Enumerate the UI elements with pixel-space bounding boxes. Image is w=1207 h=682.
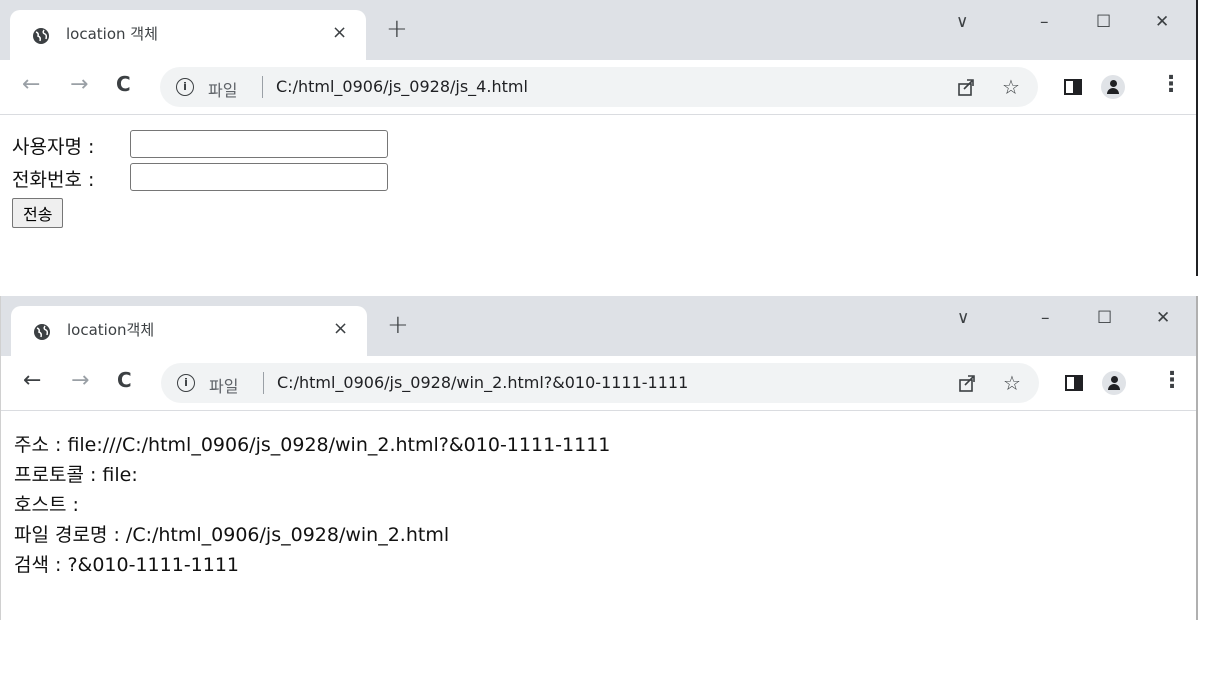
share-icon[interactable] (956, 77, 976, 97)
protocol-line: 프로토콜 : file: (14, 464, 138, 486)
kebab-menu-icon[interactable]: ⋮ (1160, 74, 1182, 96)
browser-window-form: location 객체 × + ∨ – ☐ ✕ ← → C i 파일 C:/ht… (0, 0, 1198, 276)
search-line: 검색 : ?&010-1111-1111 (14, 554, 240, 576)
maximize-button[interactable]: ☐ (1097, 308, 1112, 328)
divider (263, 372, 264, 394)
tab-search-icon[interactable]: ∨ (956, 12, 968, 32)
close-window-button[interactable]: ✕ (1155, 12, 1169, 32)
new-tab-button[interactable]: + (387, 312, 409, 338)
address-bar[interactable]: i 파일 C:/html_0906/js_0928/win_2.html?&01… (161, 363, 1039, 403)
host-line: 호스트 : (14, 494, 79, 516)
globe-icon (33, 28, 49, 44)
pathname-line: 파일 경로명 : /C:/html_0906/js_0928/win_2.htm… (14, 524, 450, 546)
back-button[interactable]: ← (23, 370, 41, 392)
side-panel-icon[interactable] (1065, 375, 1083, 391)
url-text[interactable]: C:/html_0906/js_0928/win_2.html?&010-111… (277, 373, 688, 392)
profile-icon[interactable] (1101, 75, 1125, 99)
tab-title: location 객체 (66, 25, 158, 43)
share-icon[interactable] (957, 373, 977, 393)
tab-title: location객체 (67, 321, 155, 339)
info-icon[interactable]: i (177, 374, 195, 392)
divider (262, 76, 263, 98)
phone-input[interactable] (130, 163, 388, 191)
tab-search-icon[interactable]: ∨ (957, 308, 969, 328)
side-panel-icon[interactable] (1064, 79, 1082, 95)
profile-icon[interactable] (1102, 371, 1126, 395)
toolbar: ← → C i 파일 C:/html_0906/js_0928/win_2.ht… (1, 356, 1196, 411)
tab-strip: location객체 × + ∨ – ☐ ✕ (1, 296, 1196, 356)
browser-window-location-info: location객체 × + ∨ – ☐ ✕ ← → C i 파일 C:/htm… (0, 296, 1198, 620)
username-input[interactable] (130, 130, 388, 158)
kebab-menu-icon[interactable]: ⋮ (1161, 370, 1183, 392)
address-bar[interactable]: i 파일 C:/html_0906/js_0928/js_4.html ☆ (160, 67, 1038, 107)
close-tab-icon[interactable]: × (333, 318, 348, 339)
tab-location-object[interactable]: location 객체 × (10, 10, 366, 60)
toolbar: ← → C i 파일 C:/html_0906/js_0928/js_4.htm… (0, 60, 1196, 115)
forward-button[interactable]: → (70, 74, 88, 96)
forward-button[interactable]: → (71, 370, 89, 392)
url-text[interactable]: C:/html_0906/js_0928/js_4.html (276, 77, 528, 96)
submit-button[interactable]: 전송 (12, 198, 64, 228)
reload-button[interactable]: C (116, 74, 131, 94)
star-icon[interactable]: ☆ (1003, 371, 1021, 395)
scheme-label: 파일 (209, 377, 239, 396)
star-icon[interactable]: ☆ (1002, 75, 1020, 99)
minimize-button[interactable]: – (1041, 308, 1050, 328)
tab-strip: location 객체 × + ∨ – ☐ ✕ (0, 0, 1196, 60)
phone-label: 전화번호 : (12, 169, 95, 191)
close-window-button[interactable]: ✕ (1156, 308, 1170, 328)
globe-icon (34, 324, 50, 340)
info-icon[interactable]: i (176, 78, 194, 96)
close-tab-icon[interactable]: × (332, 22, 347, 43)
tab-location-object[interactable]: location객체 × (11, 306, 367, 356)
scheme-label: 파일 (208, 81, 238, 100)
maximize-button[interactable]: ☐ (1096, 12, 1111, 32)
minimize-button[interactable]: – (1040, 12, 1049, 32)
address-line: 주소 : file:///C:/html_0906/js_0928/win_2.… (14, 434, 611, 456)
new-tab-button[interactable]: + (386, 16, 408, 42)
back-button[interactable]: ← (22, 74, 40, 96)
username-label: 사용자명 : (12, 136, 95, 158)
reload-button[interactable]: C (117, 370, 132, 390)
